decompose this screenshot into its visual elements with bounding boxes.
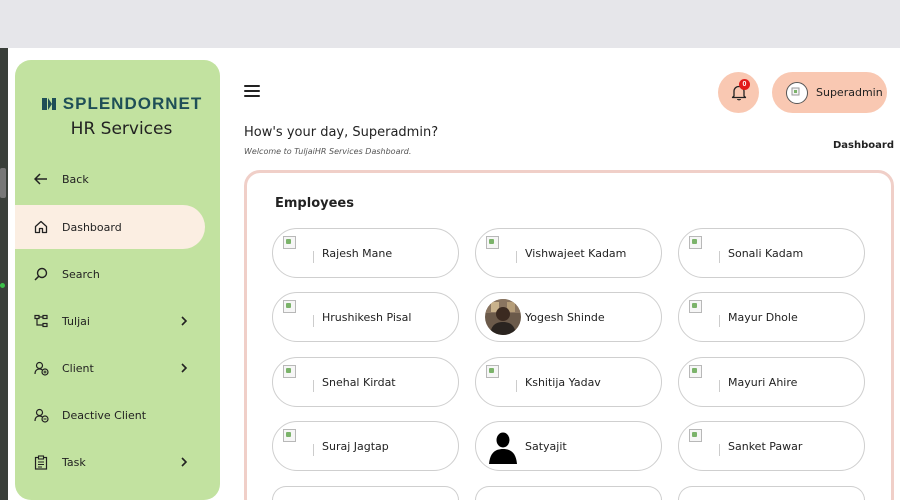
employee-card-vishwajeet-kadam[interactable]: Vishwajeet Kadam: [475, 228, 662, 278]
sidebar-item-label: Client: [62, 361, 94, 375]
hamburger-icon[interactable]: [244, 85, 260, 99]
employee-photo-placeholder: [485, 235, 521, 271]
browser-chrome-strip: [0, 0, 900, 48]
notifications-button[interactable]: [718, 72, 759, 113]
avatar-icon: [786, 81, 808, 104]
employee-name: Rajesh Mane: [322, 246, 393, 260]
sidebar-item-task[interactable]: Task: [15, 440, 205, 484]
sidebar-item-deactive-client[interactable]: Deactive Client: [15, 393, 205, 437]
employee-card-partial[interactable]: [475, 486, 662, 500]
sidebar-item-client[interactable]: Client: [15, 346, 205, 390]
employee-photo: [485, 299, 521, 335]
employee-photo-placeholder: [688, 299, 724, 335]
user-add-icon: [33, 360, 49, 376]
employee-card-satyajit[interactable]: Satyajit: [475, 421, 662, 471]
employee-name: Sonali Kadam: [728, 246, 804, 260]
background-window-edge: [0, 48, 8, 500]
brand-block: SPLENDORNET HR Services: [29, 94, 214, 139]
employee-card-partial[interactable]: [678, 486, 865, 500]
employee-card-sonali-kadam[interactable]: Sonali Kadam: [678, 228, 865, 278]
sidebar-item-search[interactable]: Search: [15, 252, 205, 296]
employee-photo-placeholder: [688, 364, 724, 400]
window-edge-mark: [0, 168, 6, 198]
chevron-right-icon: [181, 316, 188, 326]
arrow-left-icon: [33, 171, 49, 187]
employee-card-mayur-dhole[interactable]: Mayur Dhole: [678, 292, 865, 342]
employee-name: Hrushikesh Pisal: [322, 310, 412, 324]
person-silhouette-icon: [485, 428, 521, 464]
employee-card-partial[interactable]: [272, 486, 459, 500]
employee-photo-placeholder: [485, 364, 521, 400]
employee-card-hrushikesh-pisal[interactable]: Hrushikesh Pisal: [272, 292, 459, 342]
employee-photo-placeholder: [688, 428, 724, 464]
sidebar-item-tuljai[interactable]: Tuljai: [15, 299, 205, 343]
home-icon: [33, 219, 49, 235]
employee-photo-placeholder: [282, 364, 318, 400]
splendornet-logo-icon: [41, 98, 56, 110]
sidebar: SPLENDORNET HR Services Back Dashboard S…: [15, 60, 220, 500]
employee-name: Yogesh Shinde: [525, 310, 605, 324]
chevron-right-icon: [181, 363, 188, 373]
employee-photo-placeholder: [282, 235, 318, 271]
employee-name: Suraj Jagtap: [322, 439, 389, 453]
sidebar-item-label: Task: [62, 455, 86, 469]
chevron-right-icon: [181, 457, 188, 467]
employee-card-rajesh-mane[interactable]: Rajesh Mane: [272, 228, 459, 278]
profile-name: Superadmin: [816, 86, 883, 99]
employee-card-kshitija-yadav[interactable]: Kshitija Yadav: [475, 357, 662, 407]
employee-photo-placeholder: [282, 428, 318, 464]
search-icon: [33, 266, 49, 282]
employee-card-suraj-jagtap[interactable]: Suraj Jagtap: [272, 421, 459, 471]
employee-name: Mayur Dhole: [728, 310, 798, 324]
employee-card-sanket-pawar[interactable]: Sanket Pawar: [678, 421, 865, 471]
hierarchy-icon: [33, 313, 49, 329]
welcome-text: Welcome to TuljaiHR Services Dashboard.: [244, 147, 412, 156]
sidebar-item-label: Deactive Client: [62, 408, 147, 422]
employee-name: Kshitija Yadav: [525, 375, 601, 389]
sidebar-item-dashboard[interactable]: Dashboard: [15, 205, 205, 249]
employee-name: Sanket Pawar: [728, 439, 803, 453]
employee-name: Mayuri Ahire: [728, 375, 798, 389]
sidebar-item-back[interactable]: Back: [15, 157, 205, 201]
clipboard-icon: [33, 454, 49, 470]
sidebar-item-label: Search: [62, 267, 100, 281]
employee-photo-placeholder: [688, 235, 724, 271]
profile-button[interactable]: Superadmin: [772, 72, 887, 113]
greeting-heading: How's your day, Superadmin?: [244, 125, 439, 140]
brand-name: SPLENDORNET: [62, 94, 203, 113]
status-dot: [0, 283, 5, 288]
user-remove-icon: [33, 407, 49, 423]
sidebar-item-label: Dashboard: [62, 220, 122, 234]
breadcrumb: Dashboard: [833, 140, 894, 151]
employee-card-mayuri-ahire[interactable]: Mayuri Ahire: [678, 357, 865, 407]
employee-name: Snehal Kirdat: [322, 375, 396, 389]
employee-photo-placeholder: [282, 299, 318, 335]
employee-card-snehal-kirdat[interactable]: Snehal Kirdat: [272, 357, 459, 407]
employee-name: Satyajit: [525, 439, 567, 453]
sidebar-item-label: Tuljai: [62, 314, 90, 328]
sidebar-item-label: Back: [62, 172, 89, 186]
employees-title: Employees: [275, 196, 354, 211]
brand-subtitle: HR Services: [70, 119, 173, 139]
employee-name: Vishwajeet Kadam: [525, 246, 627, 260]
employee-card-yogesh-shinde[interactable]: Yogesh Shinde: [475, 292, 662, 342]
notification-count-badge: 0: [739, 79, 750, 90]
